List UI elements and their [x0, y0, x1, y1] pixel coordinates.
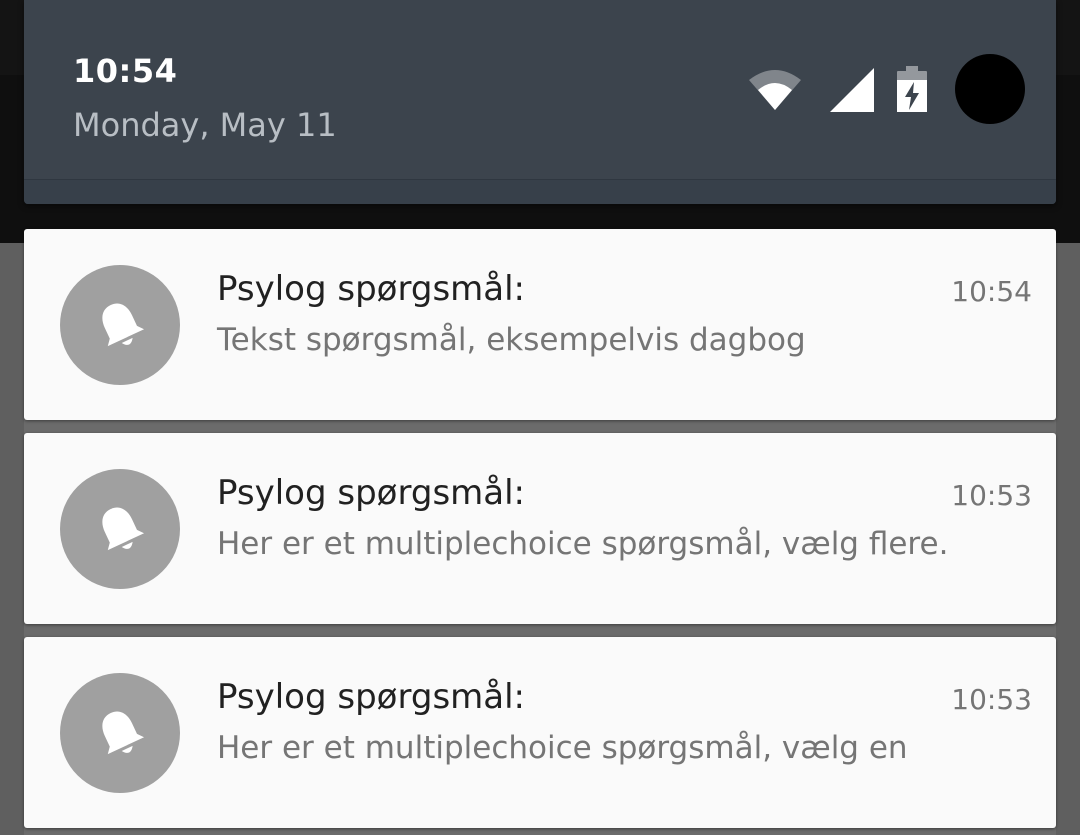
- notification-shade-header[interactable]: 10:54 Monday, May 11: [24, 0, 1056, 204]
- notification-title: Psylog spørgsmål:: [217, 473, 526, 513]
- notification-card-1[interactable]: Psylog spørgsmål: 10:54 Tekst spørgsmål,…: [24, 229, 1056, 420]
- background-app-content-right: [1056, 243, 1080, 835]
- notification-time: 10:54: [951, 275, 1032, 308]
- notification-title: Psylog spørgsmål:: [217, 269, 526, 309]
- user-avatar[interactable]: [955, 54, 1025, 124]
- wifi-icon: [749, 70, 801, 110]
- app-icon-circle: [60, 265, 180, 385]
- notification-text: Her er et multiplechoice spørgsmål, vælg…: [217, 526, 949, 562]
- app-icon-circle: [60, 469, 180, 589]
- notification-time: 10:53: [951, 683, 1032, 716]
- background-app-content-left: [0, 243, 24, 835]
- bell-icon: [102, 303, 145, 347]
- header-date[interactable]: Monday, May 11: [73, 106, 337, 144]
- notification-card-2[interactable]: Psylog spørgsmål: 10:53 Her er et multip…: [24, 433, 1056, 624]
- notification-text: Tekst spørgsmål, eksempelvis dagbog: [217, 322, 806, 358]
- header-clock: 10:54: [73, 52, 178, 90]
- bell-icon: [102, 711, 145, 755]
- app-icon-circle: [60, 673, 180, 793]
- notification-text: Her er et multiplechoice spørgsmål, vælg…: [217, 730, 908, 766]
- notification-card-3[interactable]: Psylog spørgsmål: 10:53 Her er et multip…: [24, 637, 1056, 828]
- status-icons: [748, 52, 1028, 128]
- cell-signal-icon: [830, 68, 874, 112]
- notification-time: 10:53: [951, 479, 1032, 512]
- bell-icon: [102, 507, 145, 551]
- header-bottom-strip: [24, 179, 1056, 204]
- notification-title: Psylog spørgsmål:: [217, 677, 526, 717]
- battery-charging-icon: [897, 66, 927, 112]
